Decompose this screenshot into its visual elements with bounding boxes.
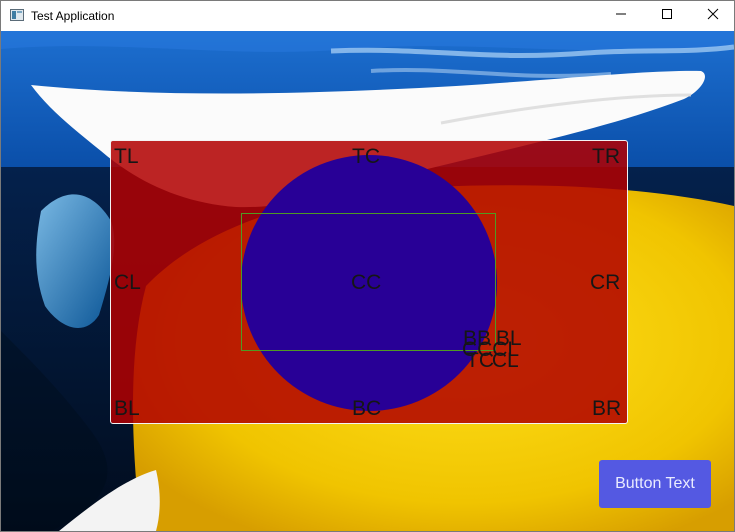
close-button[interactable] <box>690 1 734 31</box>
label-top-right: TR <box>592 145 620 168</box>
label-top-left: TL <box>114 145 139 168</box>
button-label: Button Text <box>615 475 695 492</box>
minimize-icon <box>615 7 627 25</box>
label-bottom-right: BR <box>592 397 622 420</box>
button-text-button[interactable]: Button Text <box>599 460 711 508</box>
label-bottom-center: BC <box>352 397 382 420</box>
application-icon <box>10 9 24 21</box>
label-top-center: TC <box>352 145 380 168</box>
maximize-icon <box>661 7 673 25</box>
application-window: Test Application TL TC TR CL CC CR BL BC… <box>0 0 735 532</box>
title-bar[interactable]: Test Application <box>1 1 734 31</box>
application-canvas: TL TC TR CL CC CR BL BC BR BB BL CC CL T… <box>1 31 734 531</box>
label-center-right: CR <box>590 271 621 294</box>
label-bottom-left: BL <box>114 397 140 420</box>
label-center-left: CL <box>114 271 141 294</box>
close-icon <box>707 7 719 25</box>
red-panel: TL TC TR CL CC CR BL BC BR BB BL CC CL T… <box>110 140 628 424</box>
overlapping-label-tc: TC <box>466 349 494 372</box>
minimize-button[interactable] <box>598 1 644 31</box>
overlapping-label-tcl: TC CL <box>466 350 519 371</box>
window-title: Test Application <box>31 9 115 23</box>
label-center-center: CC <box>351 271 382 294</box>
overlapping-label-cl-bottom: CL <box>491 349 519 372</box>
maximize-button[interactable] <box>644 1 690 31</box>
